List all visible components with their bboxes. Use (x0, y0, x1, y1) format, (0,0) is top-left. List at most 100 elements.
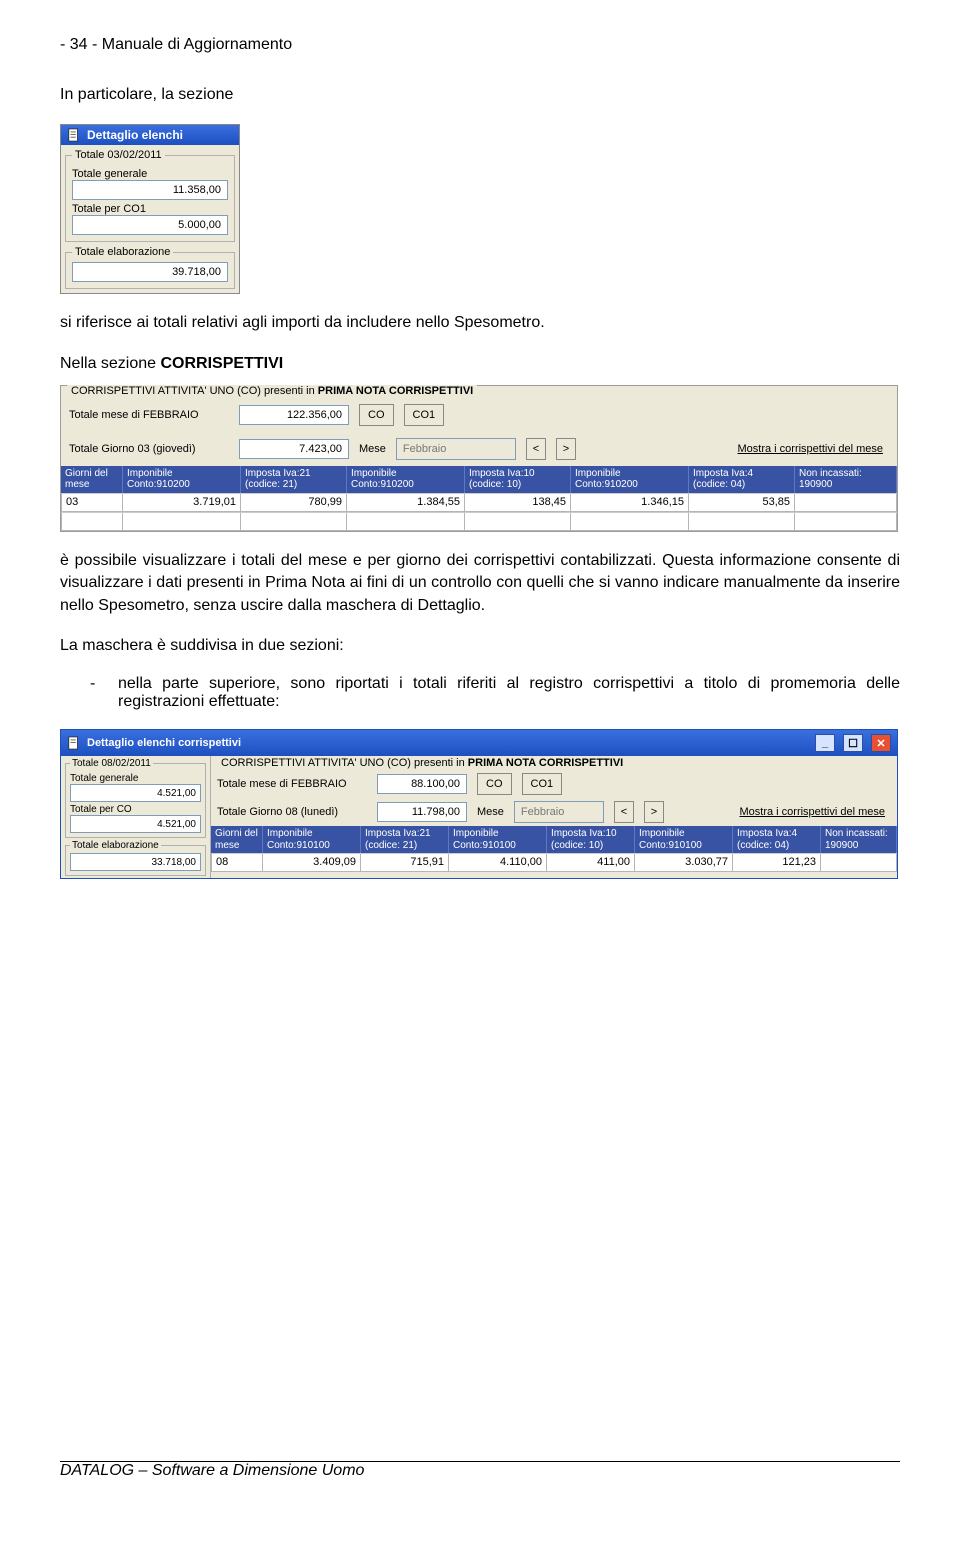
totale-data-fieldset: Totale 03/02/2011 Totale generale Totale… (65, 149, 235, 242)
totale-mese-label: Totale mese di FEBBRAIO (69, 409, 229, 421)
right-co1-button[interactable]: CO1 (522, 773, 563, 795)
grid-cell: 1.384,55 (347, 494, 465, 512)
totale-giorno-input[interactable] (239, 439, 349, 459)
grid-cell: 53,85 (689, 494, 795, 512)
page-header: - 34 - Manuale di Aggiornamento (60, 36, 900, 54)
grid-row[interactable]: 03 3.719,01 780,99 1.384,55 138,45 1.346… (61, 493, 897, 512)
mese-label: Mese (359, 443, 386, 455)
right-mostra-link[interactable]: Mostra i corrispettivi del mese (740, 806, 892, 818)
right-grid-row[interactable]: 08 3.409,09 715,91 4.110,00 411,00 3.030… (211, 853, 897, 872)
section-heading-pre: Nella sezione (60, 355, 161, 372)
grid-row-empty (61, 512, 897, 531)
right-legend: CORRISPETTIVI ATTIVITA' UNO (CO) present… (217, 757, 627, 769)
totale-elaborazione-legend: Totale elaborazione (72, 246, 173, 258)
window-right-panel: CORRISPETTIVI ATTIVITA' UNO (CO) present… (211, 756, 897, 878)
right-mese-select[interactable] (514, 801, 604, 823)
grid-header-cell: Imposta Iva:10 (codice: 10) (547, 826, 635, 853)
grid-cell: 03 (61, 494, 123, 512)
grid-header: Giorni del mese Imponibile Conto:910200 … (61, 466, 897, 493)
grid-cell: 121,23 (733, 854, 821, 872)
grid-cell: 1.346,15 (571, 494, 689, 512)
left-totale-generale-input[interactable] (70, 784, 201, 802)
totale-elaborazione-input[interactable] (72, 262, 228, 282)
co-button[interactable]: CO (359, 404, 394, 426)
right-co-button[interactable]: CO (477, 773, 512, 795)
grid-header-cell: Imponibile Conto:910200 (347, 466, 465, 493)
prev-month-button[interactable]: < (526, 438, 546, 460)
document-icon (67, 736, 81, 750)
corrispettivi-legend-a: CORRISPETTIVI ATTIVITA' UNO (CO) present… (71, 385, 318, 397)
document-icon (67, 128, 81, 142)
dettaglio-elenchi-box: Dettaglio elenchi Totale 03/02/2011 Tota… (60, 124, 240, 294)
window-title: Dettaglio elenchi corrispettivi (87, 737, 241, 749)
close-button[interactable]: ✕ (871, 734, 891, 752)
grid-cell: 4.110,00 (449, 854, 547, 872)
dettaglio-title-bar: Dettaglio elenchi (61, 125, 239, 145)
grid-cell: 3.030,77 (635, 854, 733, 872)
grid-header-cell: Imposta Iva:10 (codice: 10) (465, 466, 571, 493)
dettaglio-title: Dettaglio elenchi (87, 128, 183, 142)
grid-cell: 3.719,01 (123, 494, 241, 512)
bullet-dash: - (90, 675, 118, 711)
totale-elaborazione-fieldset: Totale elaborazione (65, 246, 235, 289)
grid-header-cell: Imposta Iva:21 (codice: 21) (361, 826, 449, 853)
next-month-button[interactable]: > (556, 438, 576, 460)
grid-header-cell: Giorni del mese (61, 466, 123, 493)
totale-data-legend: Totale 03/02/2011 (72, 149, 165, 161)
left-totale-co-input[interactable] (70, 815, 201, 833)
right-totale-giorno-input[interactable] (377, 802, 467, 822)
paragraph-5: La maschera è suddivisa in due sezioni: (60, 635, 900, 657)
window-left-panel: Totale 08/02/2011 Totale generale Totale… (61, 756, 211, 878)
bullet-1: - nella parte superiore, sono riportati … (90, 675, 900, 711)
section-heading: Nella sezione CORRISPETTIVI (60, 355, 900, 373)
totale-giorno-label: Totale Giorno 03 (giovedì) (69, 443, 229, 455)
grid-header-cell: Giorni del mese (211, 826, 263, 853)
grid-cell: 08 (211, 854, 263, 872)
left-totale-data-fieldset: Totale 08/02/2011 Totale generale Totale… (65, 758, 206, 838)
totale-mese-input[interactable] (239, 405, 349, 425)
totale-co1-label: Totale per CO1 (72, 203, 228, 215)
grid-cell: 780,99 (241, 494, 347, 512)
section-heading-bold: CORRISPETTIVI (161, 355, 284, 372)
corrispettivi-legend-b: PRIMA NOTA CORRISPETTIVI (318, 385, 473, 397)
totale-co1-input[interactable] (72, 215, 228, 235)
left-totale-elaborazione-fieldset: Totale elaborazione (65, 840, 206, 876)
grid-header-cell: Imponibile Conto:910100 (449, 826, 547, 853)
left-totale-elaborazione-input[interactable] (70, 853, 201, 871)
left-totale-data-legend: Totale 08/02/2011 (70, 758, 153, 769)
grid-header-cell: Imposta Iva:4 (codice: 04) (689, 466, 795, 493)
grid-cell: 411,00 (547, 854, 635, 872)
mese-select[interactable] (396, 438, 516, 460)
right-legend-a: CORRISPETTIVI ATTIVITA' UNO (CO) present… (221, 757, 468, 769)
grid-cell: 138,45 (465, 494, 571, 512)
grid-header-cell: Imposta Iva:4 (codice: 04) (733, 826, 821, 853)
grid-cell (795, 494, 897, 512)
left-totale-elaborazione-legend: Totale elaborazione (70, 840, 161, 851)
grid-header-cell: Non incassati: 190900 (795, 466, 897, 493)
grid-header-cell: Non incassati: 190900 (821, 826, 897, 853)
grid-cell: 3.409,09 (263, 854, 361, 872)
grid-cell: 715,91 (361, 854, 449, 872)
right-totale-giorno-label: Totale Giorno 08 (lunedì) (217, 806, 367, 818)
footer-text: DATALOG – Software a Dimensione Uomo (60, 1462, 364, 1479)
right-prev-button[interactable]: < (614, 801, 634, 823)
dettaglio-corrispettivi-window: Dettaglio elenchi corrispettivi _ ☐ ✕ To… (60, 729, 898, 879)
right-next-button[interactable]: > (644, 801, 664, 823)
corrispettivi-panel: CORRISPETTIVI ATTIVITA' UNO (CO) present… (60, 385, 898, 532)
maximize-button[interactable]: ☐ (843, 734, 863, 752)
minimize-button[interactable]: _ (815, 734, 835, 752)
right-totale-mese-label: Totale mese di FEBBRAIO (217, 778, 367, 790)
grid-header-cell: Imponibile Conto:910100 (635, 826, 733, 853)
totale-generale-input[interactable] (72, 180, 228, 200)
corrispettivi-legend: CORRISPETTIVI ATTIVITA' UNO (CO) present… (67, 385, 477, 397)
left-totale-co-label: Totale per CO (70, 804, 201, 815)
left-totale-generale-label: Totale generale (70, 773, 201, 784)
mostra-link[interactable]: Mostra i corrispettivi del mese (738, 443, 890, 455)
totale-generale-label: Totale generale (72, 168, 228, 180)
right-grid-header: Giorni del mese Imponibile Conto:910100 … (211, 826, 897, 853)
paragraph-2: si riferisce ai totali relativi agli imp… (60, 312, 900, 334)
grid-header-cell: Imponibile Conto:910200 (123, 466, 241, 493)
co1-button[interactable]: CO1 (404, 404, 445, 426)
right-totale-mese-input[interactable] (377, 774, 467, 794)
paragraph-1: In particolare, la sezione (60, 84, 900, 106)
